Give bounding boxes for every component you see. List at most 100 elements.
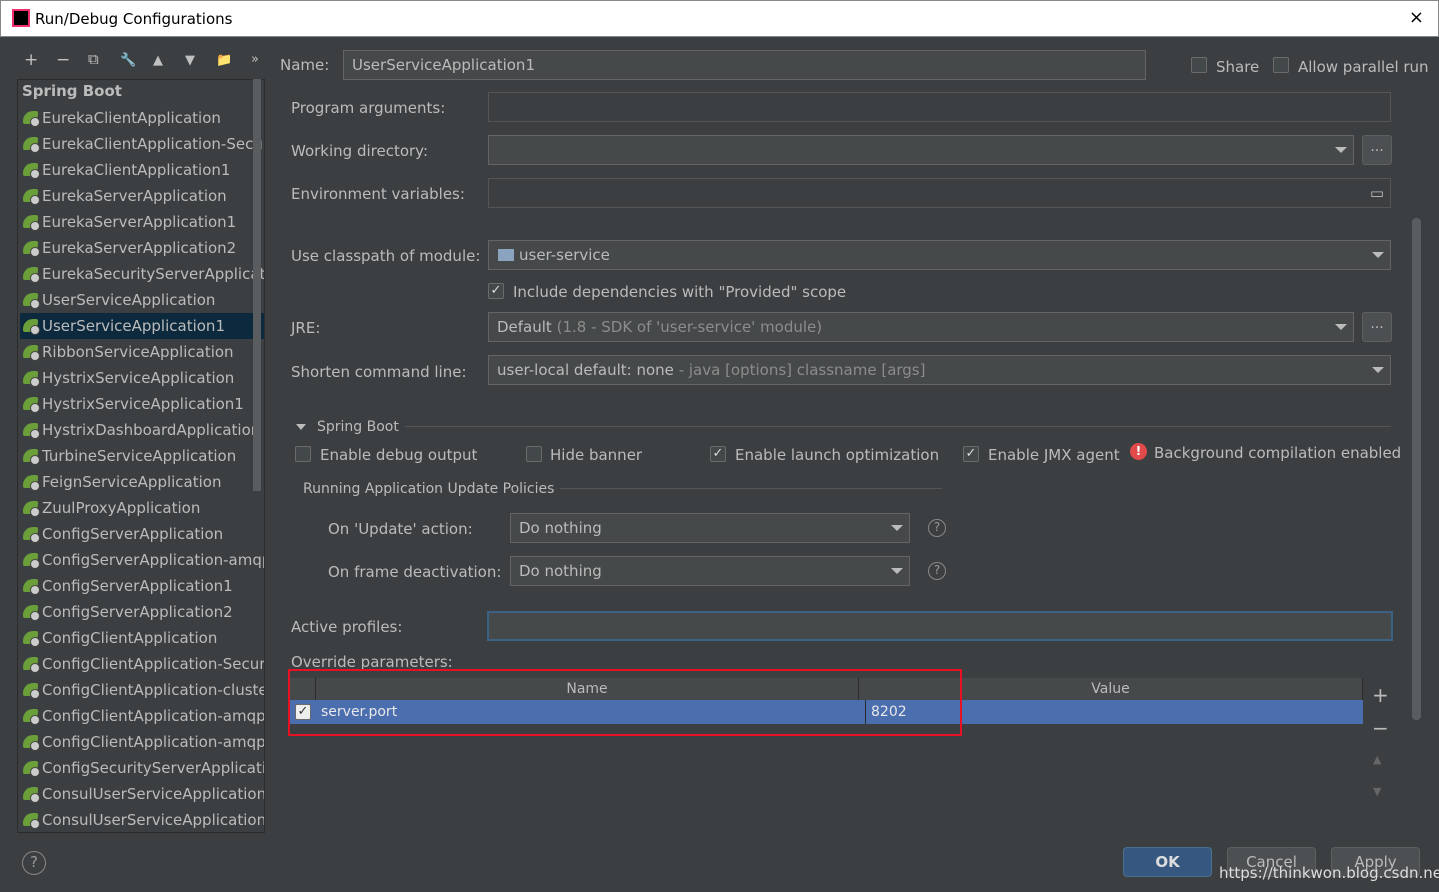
- working-dir-browse-button[interactable]: ...: [1362, 135, 1392, 165]
- spring-boot-icon: [23, 527, 40, 543]
- parallel-run-label: Allow parallel run: [1298, 58, 1429, 76]
- sidebar-item[interactable]: UserServiceApplication: [20, 287, 264, 313]
- env-vars-label: Environment variables:: [291, 185, 465, 203]
- classpath-select[interactable]: user-service: [488, 240, 1391, 270]
- help-icon[interactable]: ?: [928, 519, 946, 537]
- sidebar-item[interactable]: ConfigServerApplication-amqp: [20, 547, 264, 573]
- sidebar-item[interactable]: FeignServiceApplication: [20, 469, 264, 495]
- form-scrollbar[interactable]: [1412, 218, 1421, 720]
- group-spring-boot[interactable]: Spring Boot: [22, 82, 122, 100]
- folder-icon[interactable]: ▭: [1370, 179, 1384, 207]
- move-down-icon[interactable]: ▼: [185, 53, 195, 68]
- spring-boot-icon: [23, 735, 40, 751]
- spring-boot-section[interactable]: Spring Boot: [317, 419, 399, 435]
- spring-boot-icon: [23, 371, 40, 387]
- spring-boot-icon: [23, 397, 40, 413]
- name-input[interactable]: UserServiceApplication1: [343, 50, 1146, 80]
- sidebar-item-label: TurbineServiceApplication: [42, 447, 237, 465]
- sidebar-item[interactable]: EurekaClientApplication1: [20, 157, 264, 183]
- sidebar-item[interactable]: ConsulUserServiceApplication1: [20, 807, 264, 832]
- sidebar-item[interactable]: ConfigServerApplication: [20, 521, 264, 547]
- sidebar-item[interactable]: ConsulUserServiceApplication: [20, 781, 264, 807]
- sidebar-item-label: HystrixDashboardApplication: [42, 421, 261, 439]
- ok-button[interactable]: OK: [1123, 847, 1212, 877]
- spring-boot-icon: [23, 683, 40, 699]
- help-icon[interactable]: ?: [928, 562, 946, 580]
- add-icon[interactable]: +: [24, 50, 38, 70]
- collapse-icon[interactable]: [296, 424, 306, 430]
- sidebar-item-label: EurekaClientApplication1: [42, 161, 231, 179]
- highlight-box: [288, 669, 962, 736]
- sidebar-item-label: ConfigClientApplication-amqp1: [42, 733, 265, 751]
- sidebar-item[interactable]: ConfigServerApplication2: [20, 599, 264, 625]
- sidebar-scrollbar[interactable]: [253, 79, 261, 491]
- launch-opt-checkbox[interactable]: ✓: [710, 446, 726, 462]
- debug-output-checkbox[interactable]: [295, 446, 311, 462]
- sidebar-item[interactable]: ConfigClientApplication: [20, 625, 264, 651]
- sidebar-item[interactable]: ConfigClientApplication-amqp: [20, 703, 265, 729]
- sidebar-item[interactable]: ZuulProxyApplication: [20, 495, 264, 521]
- sidebar-item[interactable]: ConfigServerApplication1: [20, 573, 264, 599]
- update-action-value: Do nothing: [519, 519, 602, 537]
- sidebar-item-label: EurekaSecurityServerApplicatio: [42, 265, 265, 283]
- program-args-input[interactable]: [488, 92, 1391, 122]
- sidebar-item-label: ZuulProxyApplication: [42, 499, 201, 517]
- folder-add-icon[interactable]: 📁: [216, 53, 232, 68]
- sidebar-item[interactable]: HystrixServiceApplication: [20, 365, 264, 391]
- sidebar-item[interactable]: HystrixServiceApplication1: [20, 391, 264, 417]
- frame-deactivation-label: On frame deactivation:: [328, 563, 502, 581]
- sidebar-item[interactable]: EurekaClientApplication-Securi: [20, 131, 265, 157]
- spring-boot-icon: [23, 241, 40, 257]
- spring-boot-icon: [23, 267, 40, 283]
- spring-boot-icon: [23, 111, 40, 127]
- remove-param-icon[interactable]: −: [1372, 716, 1389, 740]
- copy-icon[interactable]: ⧉: [88, 50, 99, 68]
- shorten-value: user-local default: none: [497, 361, 674, 379]
- active-profiles-input[interactable]: [487, 611, 1393, 641]
- sidebar-item-label: ConfigServerApplication2: [42, 603, 233, 621]
- spring-boot-icon: [23, 553, 40, 569]
- sidebar-item[interactable]: EurekaServerApplication: [20, 183, 264, 209]
- sidebar-item[interactable]: UserServiceApplication1: [20, 313, 264, 339]
- include-deps-label: Include dependencies with "Provided" sco…: [513, 283, 847, 301]
- update-action-select[interactable]: Do nothing: [510, 513, 910, 543]
- add-param-icon[interactable]: +: [1372, 683, 1389, 707]
- shorten-select[interactable]: user-local default: none - java [options…: [488, 355, 1391, 385]
- parallel-run-checkbox[interactable]: [1273, 57, 1289, 73]
- frame-deactivation-select[interactable]: Do nothing: [510, 556, 910, 586]
- sidebar-item[interactable]: EurekaServerApplication2: [20, 235, 264, 261]
- active-profiles-label: Active profiles:: [291, 618, 403, 636]
- sidebar-item-label: EurekaServerApplication: [42, 187, 227, 205]
- move-up-icon[interactable]: ▲: [153, 53, 163, 68]
- jre-select[interactable]: Default (1.8 - SDK of 'user-service' mod…: [488, 312, 1354, 342]
- jmx-label: Enable JMX agent: [988, 446, 1120, 464]
- env-vars-input[interactable]: ▭: [488, 178, 1391, 208]
- help-button[interactable]: ?: [22, 851, 46, 875]
- sidebar-item[interactable]: EurekaServerApplication1: [20, 209, 264, 235]
- share-checkbox[interactable]: [1191, 57, 1207, 73]
- sidebar-item[interactable]: ConfigClientApplication-cluste: [20, 677, 264, 703]
- remove-icon[interactable]: −: [56, 50, 70, 70]
- hide-banner-checkbox[interactable]: [526, 446, 542, 462]
- sidebar-item[interactable]: EurekaClientApplication: [20, 105, 264, 131]
- sidebar-item[interactable]: ConfigSecurityServerApplicatio: [20, 755, 264, 781]
- working-dir-input[interactable]: [488, 135, 1354, 165]
- spring-boot-icon: [23, 449, 40, 465]
- jre-browse-button[interactable]: ...: [1362, 312, 1392, 342]
- include-deps-checkbox[interactable]: ✓: [488, 283, 504, 299]
- wrench-icon[interactable]: 🔧: [120, 53, 136, 68]
- spring-boot-icon: [23, 787, 40, 803]
- spring-boot-icon: [23, 605, 40, 621]
- jmx-checkbox[interactable]: ✓: [963, 446, 979, 462]
- sidebar-item-label: ConfigClientApplication-amqp: [42, 707, 265, 725]
- update-action-label: On 'Update' action:: [328, 520, 473, 538]
- sidebar-item-label: EurekaClientApplication-Securi: [42, 135, 265, 153]
- more-icon[interactable]: »: [251, 52, 259, 67]
- sidebar-item[interactable]: EurekaSecurityServerApplicatio: [20, 261, 265, 287]
- sidebar-item[interactable]: TurbineServiceApplication: [20, 443, 264, 469]
- sidebar-item[interactable]: RibbonServiceApplication: [20, 339, 264, 365]
- sidebar-item[interactable]: HystrixDashboardApplication: [20, 417, 264, 443]
- sidebar-item[interactable]: ConfigClientApplication-amqp1: [20, 729, 265, 755]
- close-icon[interactable]: ×: [1409, 7, 1424, 28]
- sidebar-item[interactable]: ConfigClientApplication-Securi: [20, 651, 264, 677]
